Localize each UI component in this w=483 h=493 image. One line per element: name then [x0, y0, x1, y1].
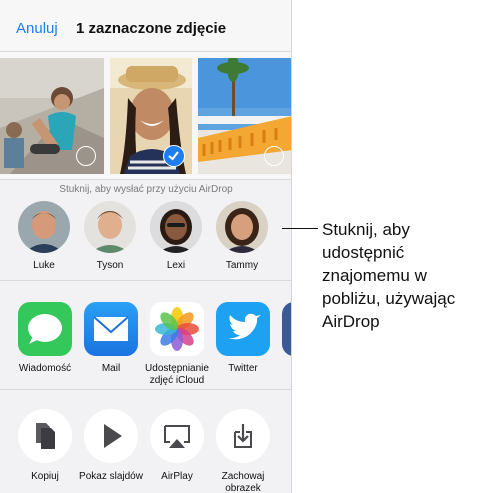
share-app-mail[interactable]: Mail: [76, 302, 146, 375]
contact-name: Luke: [33, 260, 55, 271]
share-header: Anuluj 1 zaznaczone zdjęcie: [0, 0, 291, 52]
app-label: Udostępnianie zdjęć iCloud: [145, 363, 209, 386]
avatar: [84, 201, 136, 253]
airdrop-contact-lexi[interactable]: Lexi: [146, 201, 206, 271]
airdrop-section: Stuknij, aby wysłać przy użyciu AirDrop …: [0, 180, 291, 281]
share-apps-row: Wiadomość Mail Udostępnianie zdjęć iClou…: [0, 282, 291, 390]
share-app-facebook[interactable]: F: [274, 302, 291, 375]
action-copy[interactable]: Kopiuj: [12, 409, 78, 483]
cancel-button[interactable]: Anuluj: [16, 20, 58, 37]
messages-icon: [18, 302, 72, 356]
photo-strip: [0, 52, 291, 180]
action-label: Kopiuj: [31, 471, 59, 482]
avatar: [150, 201, 202, 253]
airdrop-contact-tyson[interactable]: Tyson: [80, 201, 140, 271]
play-icon: [84, 409, 138, 463]
airplay-icon: [150, 409, 204, 463]
airdrop-hint: Stuknij, aby wysłać przy użyciu AirDrop: [59, 184, 233, 195]
app-label: F: [274, 363, 291, 375]
contact-name: Lexi: [166, 260, 186, 271]
callout-line: [282, 228, 318, 229]
unselected-circle-icon: [76, 146, 96, 166]
share-app-twitter[interactable]: Twitter: [208, 302, 278, 375]
app-label: Wiadomość: [18, 363, 72, 374]
photo-thumbnail-2[interactable]: [110, 58, 192, 174]
facebook-icon: [282, 302, 291, 356]
copy-icon: [18, 409, 72, 463]
action-label: AirPlay: [161, 471, 193, 482]
action-slideshow[interactable]: Pokaz slajdów: [78, 409, 144, 483]
share-app-icloud-photos[interactable]: Udostępnianie zdjęć iCloud: [142, 302, 212, 387]
share-sheet: Anuluj 1 zaznaczone zdjęcie Stuknij, aby…: [0, 0, 292, 493]
airdrop-contact-luke[interactable]: Luke: [14, 201, 74, 271]
avatar: [18, 201, 70, 253]
action-label: Zachowaj obrazek: [221, 471, 265, 493]
mail-icon: [84, 302, 138, 356]
contact-name: Tammy: [225, 260, 259, 271]
app-label: Mail: [101, 363, 121, 374]
photo-thumbnail-3[interactable]: [198, 58, 291, 174]
share-app-messages[interactable]: Wiadomość: [10, 302, 80, 375]
action-airplay[interactable]: AirPlay: [144, 409, 210, 483]
share-actions-row: Kopiuj Pokaz slajdów AirPlay Zachowaj ob…: [0, 391, 291, 493]
photo-thumbnail-1[interactable]: [0, 58, 104, 174]
action-label: Pokaz slajdów: [79, 471, 143, 482]
unselected-circle-icon: [264, 146, 284, 166]
app-label: Twitter: [228, 363, 258, 374]
save-image-icon: [216, 409, 270, 463]
selected-checkmark-icon: [163, 145, 185, 167]
twitter-icon: [216, 302, 270, 356]
callout-text: Stuknij, aby udostępnić znajomemu w pobl…: [322, 220, 456, 331]
photos-icon: [150, 302, 204, 356]
sheet-title: 1 zaznaczone zdjęcie: [76, 20, 227, 37]
airdrop-contact-tammy[interactable]: Tammy: [212, 201, 272, 271]
avatar: [216, 201, 268, 253]
contact-name: Tyson: [96, 260, 124, 271]
action-save-image[interactable]: Zachowaj obrazek: [210, 409, 276, 493]
